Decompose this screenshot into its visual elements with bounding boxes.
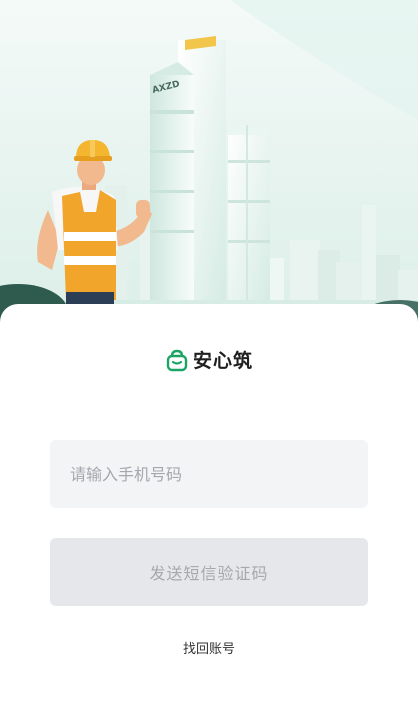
recover-account-link[interactable]: 找回账号 [0,638,418,657]
send-sms-code-button[interactable]: 发送短信验证码 [50,538,368,606]
brand-logo: 安心筑 [0,346,418,373]
phone-input[interactable] [68,463,350,485]
worker-illustration [37,140,152,306]
hero-illustration: AXZD [0,0,418,330]
brand-name: 安心筑 [192,350,253,372]
phone-number-field[interactable] [50,440,368,508]
shield-bag-icon [165,348,189,372]
